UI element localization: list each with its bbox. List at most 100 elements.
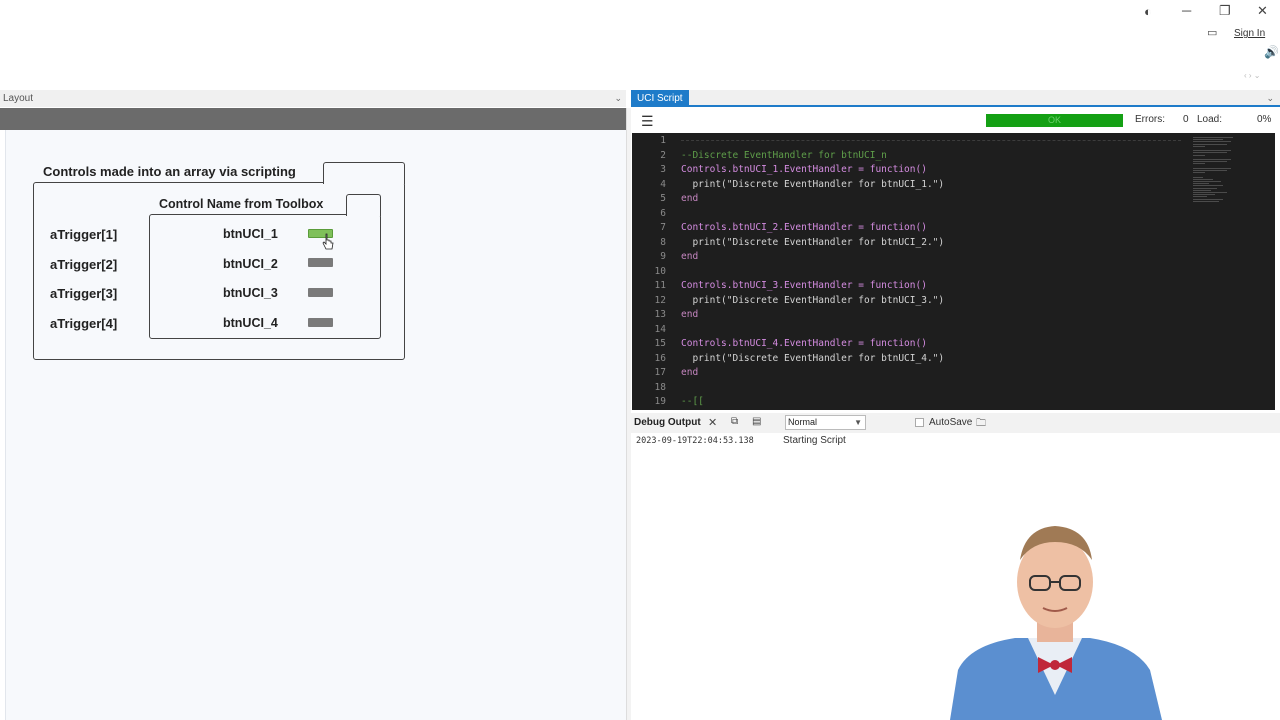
line-number: 11 bbox=[654, 280, 666, 291]
errors-label: Errors: bbox=[1135, 114, 1165, 125]
code-line: --Discrete EventHandler for btnUCI_n bbox=[681, 149, 887, 161]
code-line: print("Discrete EventHandler for btnUCI_… bbox=[681, 178, 945, 190]
line-number: 17 bbox=[654, 367, 666, 378]
sign-in-link[interactable]: Sign In bbox=[1234, 28, 1265, 39]
minimap-line bbox=[1193, 183, 1209, 185]
layout-toolbar bbox=[0, 108, 626, 130]
uci-button-3[interactable] bbox=[308, 288, 333, 297]
minimap-line bbox=[1193, 139, 1223, 141]
code-line: end bbox=[681, 367, 699, 378]
minimap-line bbox=[1193, 196, 1207, 198]
minimap-line bbox=[1193, 170, 1227, 171]
code-line: print("Discrete EventHandler for btnUCI_… bbox=[681, 352, 945, 364]
minimize-icon[interactable]: ─ bbox=[1182, 4, 1191, 17]
line-number: 3 bbox=[660, 164, 666, 175]
code-line: print("Discrete EventHandler for btnUCI_… bbox=[681, 236, 945, 248]
speaker-icon[interactable]: 🔊 bbox=[1264, 46, 1279, 58]
minimap-line bbox=[1193, 159, 1231, 160]
folder-icon[interactable]: 🗀 bbox=[976, 416, 986, 433]
minimap-line bbox=[1193, 187, 1217, 189]
minimap-line bbox=[1193, 154, 1205, 156]
array-label: aTrigger[1] bbox=[50, 227, 118, 242]
autosave-checkbox[interactable] bbox=[915, 418, 924, 427]
load-value: 0% bbox=[1257, 114, 1272, 125]
mouse-pointer-icon bbox=[322, 233, 334, 250]
minimap-line bbox=[1193, 172, 1205, 174]
minimap-line bbox=[1193, 152, 1227, 154]
clear-log-icon[interactable]: ▤ bbox=[752, 416, 761, 427]
autosave-label: AutoSave bbox=[929, 417, 973, 428]
code-line: Controls.btnUCI_2.EventHandler = functio… bbox=[681, 222, 927, 233]
line-number: 10 bbox=[654, 265, 666, 277]
uci-button-4[interactable] bbox=[308, 318, 333, 327]
minimap-line bbox=[1193, 192, 1227, 193]
code-minimap[interactable] bbox=[1189, 133, 1275, 410]
code-line: Controls.btnUCI_4.EventHandler = functio… bbox=[681, 338, 927, 349]
minimap-line bbox=[1193, 141, 1231, 143]
minimap-line bbox=[1193, 181, 1221, 182]
tab-uci-script[interactable]: UCI Script bbox=[631, 90, 689, 107]
minimap-line bbox=[1193, 200, 1219, 202]
line-number: 12 bbox=[654, 294, 666, 306]
theme-toggle-icon[interactable]: ◐ bbox=[1144, 5, 1152, 18]
line-number: 8 bbox=[660, 236, 666, 248]
array-group-tab: Controls made into an array via scriptin… bbox=[33, 162, 405, 184]
code-line: Controls.btnUCI_1.EventHandler = functio… bbox=[681, 164, 927, 175]
nav-arrows-icon[interactable]: ‹ › ⌄ bbox=[1244, 72, 1260, 80]
close-window-icon[interactable]: ✕ bbox=[1257, 4, 1268, 17]
code-line: end bbox=[681, 193, 699, 204]
minimap-line bbox=[1193, 163, 1205, 165]
line-number: 19 bbox=[654, 396, 666, 407]
code-line: print("Discrete EventHandler for btnUCI_… bbox=[681, 294, 945, 306]
minimap-line bbox=[1193, 185, 1223, 187]
control-label: btnUCI_4 bbox=[223, 316, 278, 330]
minimap-line bbox=[1193, 143, 1227, 145]
presentation-icon[interactable]: ▭ bbox=[1207, 28, 1217, 39]
log-message: Starting Script bbox=[783, 435, 846, 446]
line-number: 4 bbox=[660, 178, 666, 190]
layout-pane-header: Layout ⌄ bbox=[0, 90, 626, 107]
log-level-select[interactable]: Normal ▼ bbox=[785, 415, 866, 430]
minimap-line bbox=[1193, 137, 1233, 138]
line-number: 7 bbox=[660, 222, 666, 233]
array-label: aTrigger[3] bbox=[50, 286, 118, 301]
minimap-line bbox=[1193, 150, 1231, 152]
array-label: aTrigger[2] bbox=[50, 257, 118, 272]
line-number: 5 bbox=[660, 193, 666, 204]
debug-output-title: Debug Output bbox=[634, 417, 701, 428]
hamburger-menu-icon[interactable]: ☰ bbox=[641, 113, 654, 130]
script-toolbar: ☰ OK Errors: 0 Load: 0% bbox=[631, 109, 1280, 133]
load-label: Load: bbox=[1197, 114, 1223, 125]
chevron-down-icon[interactable]: ⌄ bbox=[1266, 90, 1274, 107]
line-number: 15 bbox=[654, 338, 666, 349]
copy-icon[interactable]: ⧉ bbox=[731, 416, 738, 427]
minimap-line bbox=[1193, 176, 1203, 178]
chevron-down-icon[interactable]: ⌄ bbox=[614, 90, 622, 107]
uci-button-2[interactable] bbox=[308, 258, 333, 267]
line-number: 13 bbox=[654, 309, 666, 320]
line-number: 6 bbox=[660, 207, 666, 219]
code-line: --[[ bbox=[681, 396, 704, 407]
array-label: aTrigger[4] bbox=[50, 316, 118, 331]
line-number: 1 bbox=[660, 135, 666, 146]
script-pane-header: UCI Script ⌄ bbox=[631, 90, 1280, 107]
presenter-webcam-image bbox=[950, 526, 1162, 720]
toolbox-group-title: Control Name from Toolbox bbox=[159, 197, 324, 211]
group-tab-shape bbox=[346, 194, 381, 216]
minimap-line bbox=[1193, 167, 1231, 169]
line-number: 14 bbox=[654, 323, 666, 335]
line-number: 2 bbox=[660, 149, 666, 161]
minimap-line bbox=[1193, 145, 1205, 147]
debug-output-header: Debug Output ✕ ⧉ ▤ Normal ▼ AutoSave 🗀 bbox=[631, 413, 1280, 433]
minimap-line bbox=[1193, 198, 1223, 200]
chevron-down-icon: ▼ bbox=[854, 418, 862, 427]
errors-count: 0 bbox=[1183, 114, 1189, 125]
script-status-indicator: OK bbox=[986, 114, 1123, 127]
code-editor[interactable]: 1 2 3 4 5 6 7 8 9 10 11 12 13 14 15 16 17 18 19 --Discrete… bbox=[632, 133, 1275, 410]
restore-icon[interactable]: ❐ bbox=[1219, 4, 1231, 17]
code-line: end bbox=[681, 309, 699, 320]
close-icon[interactable]: ✕ bbox=[708, 416, 717, 429]
line-number-gutter: 1 2 3 4 5 6 7 8 9 10 11 12 13 14 15 16 17 18 19 bbox=[632, 133, 672, 410]
log-level-value: Normal bbox=[788, 417, 818, 427]
code-line: end bbox=[681, 251, 699, 262]
